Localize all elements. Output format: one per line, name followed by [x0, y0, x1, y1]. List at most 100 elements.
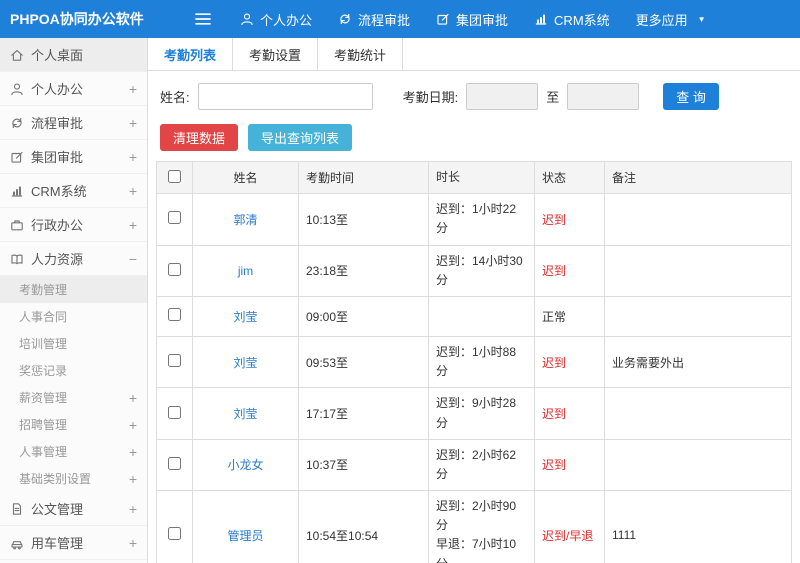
- topnav-more-apps[interactable]: 更多应用 ▼: [636, 10, 706, 29]
- topbar: PHPOA协同办公软件 个人办公 流程审批 集团审批 CRM系统 更多应用 ▼: [0, 0, 800, 38]
- sidebar-item-label: 行政办公: [31, 218, 84, 233]
- sidebar-item-attendance[interactable]: 考勤管理: [0, 276, 147, 303]
- sidebar-item-label: 人事合同: [19, 310, 68, 324]
- row-checkbox-cell: [156, 490, 193, 563]
- sidebar-item-rewards[interactable]: 奖惩记录: [0, 357, 147, 384]
- employee-name-cell: 刘莹: [192, 387, 299, 440]
- sidebar-item-salary[interactable]: 薪资管理 +: [0, 384, 147, 411]
- sidebar-item-personal-office[interactable]: 个人办公 +: [0, 72, 147, 106]
- select-all-cell: [156, 160, 193, 195]
- sidebar-item-training[interactable]: 培训管理: [0, 330, 147, 357]
- person-icon: [240, 12, 254, 26]
- status-cell: 迟到: [534, 438, 605, 492]
- expand-plus-icon[interactable]: +: [129, 471, 137, 487]
- column-header: 姓名: [192, 160, 299, 195]
- tab-attendance-stats[interactable]: 考勤统计: [318, 38, 404, 70]
- table-row: 小龙女 10:37至 迟到：2小时62分 迟到: [156, 438, 792, 492]
- row-checkbox-cell: [156, 438, 193, 492]
- attendance-time-cell: 10:13至: [298, 193, 429, 246]
- topnav-crm-system[interactable]: CRM系统: [534, 10, 610, 29]
- sidebar-item-doc-management[interactable]: 公文管理 +: [0, 492, 147, 526]
- employee-name-link[interactable]: 小龙女: [227, 458, 263, 472]
- table-row: 刘莹 17:17至 迟到：9小时28分 迟到: [156, 387, 792, 440]
- expand-plus-icon[interactable]: +: [129, 535, 137, 551]
- row-checkbox[interactable]: [168, 456, 181, 470]
- sidebar-item-label: 考勤管理: [19, 283, 68, 297]
- employee-name-cell: 刘莹: [192, 295, 299, 337]
- sidebar-item-workflow-approval[interactable]: 流程审批 +: [0, 106, 147, 140]
- sidebar-item-label: CRM系统: [31, 184, 87, 199]
- employee-name-link[interactable]: 刘莹: [233, 407, 257, 421]
- row-checkbox[interactable]: [168, 262, 181, 276]
- collapse-minus-icon[interactable]: −: [129, 251, 137, 267]
- action-bar: 清理数据 导出查询列表: [148, 120, 800, 161]
- sidebar-item-desktop[interactable]: 个人桌面: [0, 38, 147, 72]
- employee-name-link[interactable]: 管理员: [227, 529, 263, 543]
- sidebar-item-recruitment[interactable]: 招聘管理 +: [0, 411, 147, 438]
- export-list-button[interactable]: 导出查询列表: [248, 124, 353, 151]
- note-cell: [604, 387, 792, 440]
- row-checkbox-cell: [156, 295, 193, 337]
- sidebar-item-label: 集团审批: [31, 150, 84, 165]
- sidebar-item-crm-system[interactable]: CRM系统 +: [0, 174, 147, 208]
- search-button[interactable]: 查 询: [663, 83, 719, 110]
- row-checkbox[interactable]: [168, 354, 181, 368]
- expand-plus-icon[interactable]: +: [129, 183, 137, 199]
- row-checkbox[interactable]: [168, 405, 181, 419]
- name-filter-input[interactable]: [197, 83, 373, 110]
- sidebar-item-personnel[interactable]: 人事管理 +: [0, 438, 147, 465]
- tab-attendance-list[interactable]: 考勤列表: [148, 38, 234, 70]
- tab-attendance-settings[interactable]: 考勤设置: [233, 38, 319, 70]
- sidebar-item-hr[interactable]: 人力资源 −: [0, 242, 147, 276]
- expand-plus-icon[interactable]: +: [129, 115, 137, 131]
- sidebar-item-hr-contract[interactable]: 人事合同: [0, 303, 147, 330]
- sidebar-item-label: 招聘管理: [19, 418, 68, 432]
- select-all-checkbox[interactable]: [168, 169, 181, 183]
- row-checkbox[interactable]: [168, 308, 181, 322]
- expand-plus-icon[interactable]: +: [129, 501, 137, 517]
- attendance-time-cell: 09:00至: [298, 295, 429, 337]
- employee-name-cell: 郭清: [192, 193, 299, 246]
- topnav-workflow-approval[interactable]: 流程审批: [338, 10, 410, 29]
- sidebar-item-label: 人力资源: [31, 252, 84, 267]
- topnav-personal-office[interactable]: 个人办公: [240, 10, 312, 29]
- status-cell: 迟到: [534, 193, 605, 246]
- sidebar-item-base-category[interactable]: 基础类别设置 +: [0, 465, 147, 492]
- app-body: 个人桌面 个人办公 + 流程审批 + 集团审批 + CRM系统 + 行政办公 + 人力资源 − 考勤管理人…: [0, 38, 800, 563]
- expand-plus-icon[interactable]: +: [129, 217, 137, 233]
- hamburger-menu-icon[interactable]: [194, 12, 212, 26]
- employee-name-link[interactable]: jim: [238, 264, 253, 278]
- expand-plus-icon[interactable]: +: [129, 417, 137, 433]
- main-content: 考勤列表 考勤设置 考勤统计 姓名: 考勤日期: 至 查 询 清理数据 导出查询列表…: [148, 38, 800, 563]
- sidebar-item-group-approval[interactable]: 集团审批 +: [0, 140, 147, 174]
- row-checkbox[interactable]: [168, 527, 181, 541]
- expand-plus-icon[interactable]: +: [129, 444, 137, 460]
- home-icon: [10, 48, 31, 62]
- sidebar-item-vehicle[interactable]: 用车管理 +: [0, 526, 147, 560]
- expand-plus-icon[interactable]: +: [129, 390, 137, 406]
- row-checkbox[interactable]: [168, 211, 181, 225]
- status-cell: 迟到: [534, 244, 605, 297]
- attendance-time-cell: 09:53至: [298, 335, 429, 389]
- book-icon: [10, 252, 31, 266]
- date-start-input[interactable]: [466, 83, 539, 110]
- date-end-input[interactable]: [567, 83, 640, 110]
- status-cell: 正常: [534, 295, 605, 337]
- sidebar-item-admin-office[interactable]: 行政办公 +: [0, 208, 147, 242]
- column-header: 备注: [604, 160, 792, 195]
- sidebar-item-label: 公文管理: [31, 502, 84, 517]
- duration-cell: 迟到：1小时88分: [428, 335, 535, 389]
- filter-bar: 姓名: 考勤日期: 至 查 询: [148, 71, 800, 120]
- workflow-icon: [10, 116, 31, 130]
- attendance-time-cell: 17:17至: [298, 387, 429, 440]
- employee-name-link[interactable]: 刘莹: [233, 310, 257, 324]
- expand-plus-icon[interactable]: +: [129, 149, 137, 165]
- employee-name-link[interactable]: 刘莹: [233, 356, 257, 370]
- topnav-group-approval[interactable]: 集团审批: [436, 10, 508, 29]
- file-icon: [10, 502, 31, 516]
- employee-name-link[interactable]: 郭清: [233, 213, 257, 227]
- sidebar-item-label: 薪资管理: [19, 391, 68, 405]
- clean-data-button[interactable]: 清理数据: [160, 124, 239, 151]
- expand-plus-icon[interactable]: +: [129, 81, 137, 97]
- edit-icon: [436, 12, 450, 26]
